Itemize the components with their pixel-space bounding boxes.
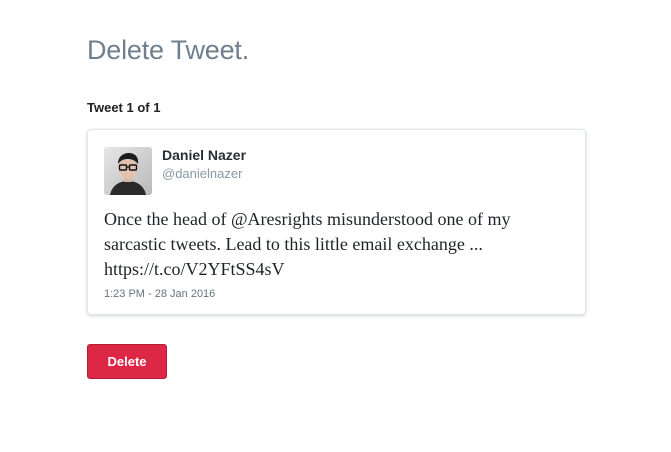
tweet-timestamp[interactable]: 1:23 PM - 28 Jan 2016 xyxy=(104,286,215,302)
delete-button[interactable]: Delete xyxy=(87,344,167,379)
tweet-counter: Tweet 1 of 1 xyxy=(87,100,161,115)
author-avatar[interactable] xyxy=(104,147,152,195)
delete-tweet-page: Delete Tweet. Tweet 1 of 1 Daniel Nazer … xyxy=(0,0,671,452)
author-name[interactable]: Daniel Nazer xyxy=(162,146,246,164)
person-photo-avatar-icon xyxy=(104,147,152,195)
page-title: Delete Tweet. xyxy=(87,35,249,65)
tweet-card: Daniel Nazer @danielnazer Once the head … xyxy=(87,129,586,315)
tweet-text: Once the head of @Aresrights misundersto… xyxy=(104,209,511,279)
author-handle[interactable]: @danielnazer xyxy=(162,165,242,183)
